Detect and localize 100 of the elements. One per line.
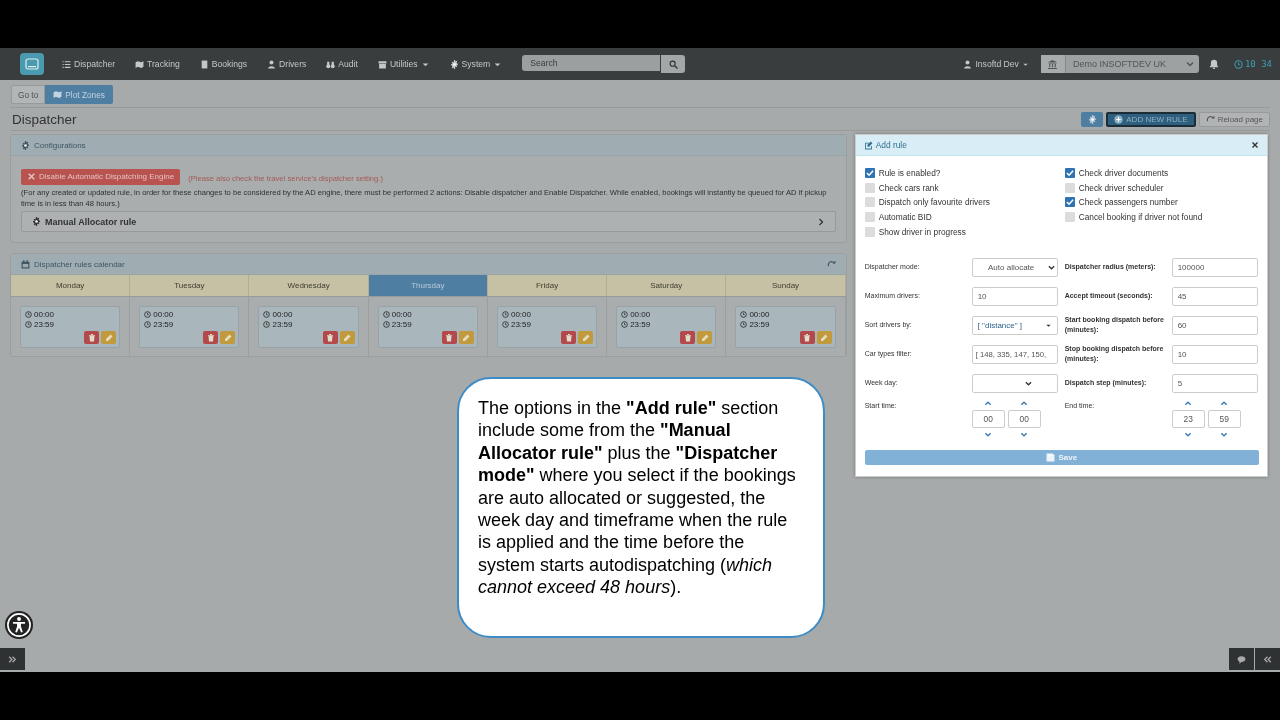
select-field[interactable] xyxy=(971,373,1058,393)
accordion-header[interactable]: Manual Allocator rule xyxy=(21,211,836,232)
day-header[interactable]: Tuesday xyxy=(130,275,250,296)
time-field[interactable]: 23 xyxy=(1171,409,1205,428)
time-field[interactable]: 59 xyxy=(1207,409,1241,428)
end-time: 23:59 xyxy=(749,320,770,329)
rule-card[interactable]: 00:00 23:59 xyxy=(735,306,836,348)
day-header[interactable]: Saturday xyxy=(607,275,727,296)
refresh-icon xyxy=(826,259,836,269)
pencil-icon xyxy=(820,333,829,342)
checkbox[interactable] xyxy=(864,226,875,237)
decrement-button[interactable] xyxy=(1020,430,1029,438)
search-button[interactable] xyxy=(661,55,686,73)
checkbox[interactable] xyxy=(1064,182,1075,193)
clock-icon xyxy=(621,321,629,328)
nav-item[interactable]: Audit xyxy=(326,59,358,69)
clock-icon xyxy=(621,311,629,318)
box-icon xyxy=(377,59,387,69)
rule-card[interactable]: 00:00 23:59 xyxy=(377,306,478,348)
checkbox[interactable] xyxy=(864,197,875,208)
checkbox-label: Cancel booking if driver not found xyxy=(1078,212,1203,223)
expand-button[interactable] xyxy=(0,648,25,670)
input-field[interactable]: 45 xyxy=(1171,286,1258,306)
rule-card[interactable]: 00:00 23:59 xyxy=(139,306,240,348)
goto-label: Go to xyxy=(11,85,46,104)
checkbox[interactable] xyxy=(864,182,875,193)
delete-button[interactable] xyxy=(203,331,219,344)
reload-button[interactable]: Reload page xyxy=(1198,111,1270,127)
delete-button[interactable] xyxy=(84,331,100,344)
save-icon xyxy=(1046,452,1056,462)
start-time: 00:00 xyxy=(34,310,55,319)
close-icon xyxy=(1251,141,1259,149)
clock-icon xyxy=(25,321,32,328)
settings-icon xyxy=(1087,114,1097,124)
increment-button[interactable] xyxy=(1220,399,1229,407)
increment-button[interactable] xyxy=(1020,399,1029,407)
rule-card[interactable]: 00:00 23:59 xyxy=(258,306,359,348)
callout-text: The options in the "Add rule" section include some from the "Manual Allocator rule" plus the "Dispatcher mode" where you select if the bookings are auto allocated or suggested, the week day and timeframe when the rule is applied and the time before the system starts autodispatching (which cannot exceed 48 hours). xyxy=(457,377,825,638)
nav-item[interactable]: Drivers xyxy=(267,59,307,69)
nav-item[interactable]: Tracking xyxy=(135,59,180,69)
trash-icon xyxy=(326,333,335,342)
accessibility-icon[interactable] xyxy=(5,611,33,639)
time-field[interactable]: 00 xyxy=(1007,409,1041,428)
logo-icon[interactable] xyxy=(20,53,44,75)
delete-button[interactable] xyxy=(441,331,457,344)
settings-button[interactable] xyxy=(1081,111,1104,127)
trash-icon xyxy=(445,333,454,342)
increment-button[interactable] xyxy=(984,399,993,407)
input-field[interactable]: 10 xyxy=(1171,344,1258,364)
calendar-icon xyxy=(21,259,30,269)
page-title: Dispatcher xyxy=(11,111,77,127)
user-menu[interactable]: Insoftd Dev xyxy=(963,59,1029,69)
nav-item[interactable]: Utilities xyxy=(377,59,430,69)
accordion-title: Manual Allocator rule xyxy=(45,216,137,227)
search-field[interactable]: Search xyxy=(522,55,661,71)
delete-button[interactable] xyxy=(561,331,577,344)
checkbox-label: Rule is enabled? xyxy=(878,168,941,179)
delete-button[interactable] xyxy=(680,331,696,344)
nav-item[interactable]: Dispatcher xyxy=(62,59,116,69)
checkbox[interactable] xyxy=(1064,197,1075,208)
checkbox[interactable] xyxy=(864,212,875,223)
start-time: 00:00 xyxy=(153,310,174,319)
chevron-down-icon xyxy=(1185,60,1194,68)
day-header[interactable]: Sunday xyxy=(726,275,846,296)
time-field[interactable]: 00 xyxy=(971,409,1005,428)
clock-icon xyxy=(263,311,271,318)
input-field[interactable]: 60 xyxy=(1171,315,1258,335)
checkbox-label: Automatic BID xyxy=(878,212,932,223)
rule-card[interactable]: 00:00 23:59 xyxy=(496,306,598,348)
refresh-icon xyxy=(1205,114,1215,124)
select-field[interactable]: Auto allocate xyxy=(971,257,1058,277)
nav-item[interactable]: Bookings xyxy=(199,59,248,69)
input-field[interactable]: 10 xyxy=(971,286,1058,306)
checkbox[interactable] xyxy=(1064,212,1075,223)
pencil-icon xyxy=(343,333,352,342)
day-header[interactable]: Wednesday xyxy=(249,275,369,296)
rule-card[interactable]: 00:00 23:59 xyxy=(616,306,717,348)
decrement-button[interactable] xyxy=(984,430,993,438)
day-header[interactable]: Monday xyxy=(11,275,131,296)
input-field[interactable]: 5 xyxy=(1171,373,1258,393)
checkbox[interactable] xyxy=(864,168,875,179)
select-field[interactable]: [ "distance" ] xyxy=(971,315,1058,335)
decrement-button[interactable] xyxy=(1220,430,1229,438)
collapse-button[interactable] xyxy=(1255,648,1280,670)
day-header[interactable]: Friday xyxy=(487,275,608,296)
panel-title: Dispatcher rules calendar xyxy=(34,259,125,269)
map-icon xyxy=(135,59,145,69)
nav-item[interactable]: System xyxy=(449,59,503,69)
delete-button[interactable] xyxy=(322,331,338,344)
trash-icon xyxy=(564,333,573,342)
chat-button[interactable] xyxy=(1229,648,1254,670)
checkbox[interactable] xyxy=(1064,168,1075,179)
increment-button[interactable] xyxy=(1184,399,1193,407)
edit-icon xyxy=(863,140,873,150)
decrement-button[interactable] xyxy=(1184,430,1193,438)
delete-button[interactable] xyxy=(799,331,815,344)
map-icon xyxy=(53,90,63,99)
rule-card[interactable]: 00:00 23:59 xyxy=(20,306,121,348)
input-field[interactable]: 100000 xyxy=(1171,257,1258,277)
chevron-down-icon xyxy=(1025,379,1033,387)
